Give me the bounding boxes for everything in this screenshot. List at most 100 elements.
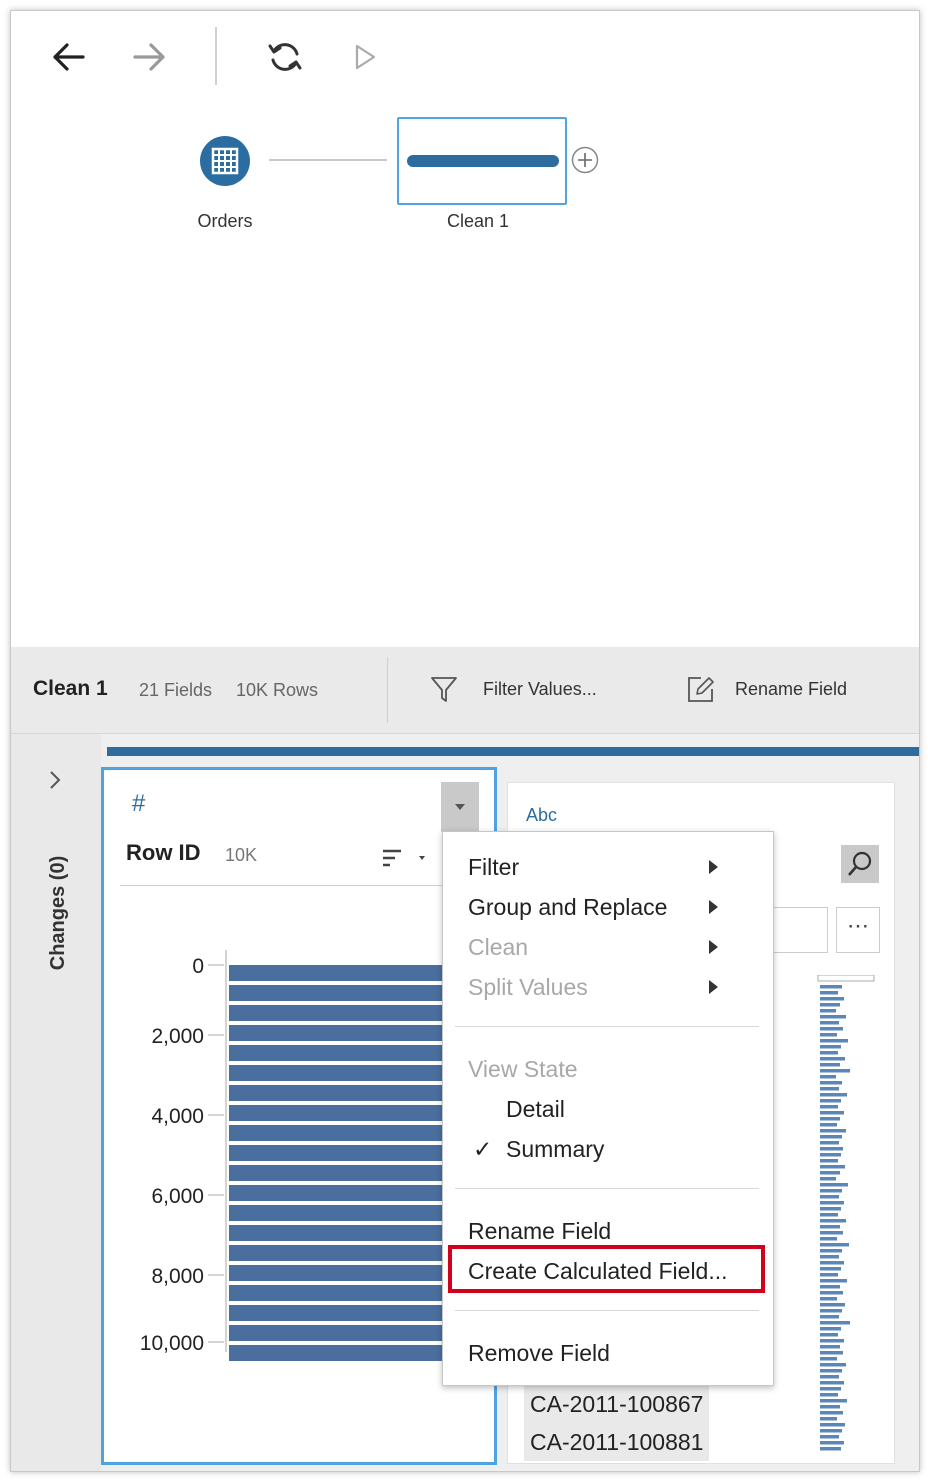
app-window: Orders Clean 1 Clean 1 21 Fields 10K Row…	[10, 10, 920, 1472]
mini-histogram	[817, 975, 875, 1451]
mini-bar	[820, 991, 838, 995]
menu-item-create-calculated-field[interactable]: Create Calculated Field...	[468, 1254, 728, 1288]
profile-toolbar: Clean 1 21 Fields 10K Rows Filter Values…	[11, 647, 919, 734]
mini-bar	[820, 1087, 839, 1091]
more-options-button[interactable]: ⋯	[836, 907, 880, 953]
field-menu-button[interactable]	[441, 782, 479, 832]
submenu-arrow-icon	[709, 860, 718, 874]
changes-panel[interactable]: Changes (0)	[11, 734, 101, 1471]
step-accent-bar	[107, 747, 919, 756]
filter-values-button[interactable]: Filter Values...	[429, 671, 597, 707]
ellipsis-icon: ⋯	[847, 913, 869, 938]
histogram-bar[interactable]	[229, 1045, 444, 1061]
chevron-down-icon	[455, 804, 465, 810]
run-flow-button[interactable]	[341, 33, 389, 81]
mini-bar	[820, 1309, 842, 1313]
add-step-button[interactable]	[571, 146, 599, 174]
rows-count: 10K Rows	[236, 680, 319, 700]
histogram-bar[interactable]	[229, 985, 444, 1001]
field-card-row-id[interactable]: # Row ID 10K 0 2,000 4,000 6,000 8,000 10,000	[101, 767, 497, 1465]
histogram-bar[interactable]	[229, 1125, 444, 1141]
mini-bar	[820, 1249, 842, 1253]
mini-bar	[820, 1081, 842, 1085]
toolbar-divider-2	[387, 657, 388, 723]
mini-bar	[820, 1327, 841, 1331]
histogram-bar[interactable]	[229, 1085, 444, 1101]
back-button[interactable]	[45, 33, 93, 81]
value-item-2[interactable]: CA-2011-100881	[524, 1423, 710, 1461]
mini-bar	[820, 1345, 840, 1349]
clean1-node[interactable]	[397, 117, 567, 205]
refresh-icon	[268, 43, 302, 71]
histogram-bar[interactable]	[229, 1185, 444, 1201]
field-context-menu: Filter Group and Replace Clean Split Val…	[442, 831, 774, 1386]
mini-bar	[820, 1129, 846, 1133]
search-field[interactable]	[768, 907, 828, 953]
histogram-bar[interactable]	[229, 1245, 444, 1261]
filter-icon	[431, 677, 457, 702]
mini-bar	[820, 1207, 841, 1211]
menu-item-clean[interactable]: Clean	[468, 930, 748, 964]
mini-bar	[820, 1177, 836, 1181]
string-type-icon: Abc	[526, 805, 558, 825]
mini-bar	[820, 1009, 836, 1013]
histogram-bar[interactable]	[229, 1285, 444, 1301]
mini-bar	[820, 1051, 838, 1055]
mini-bar	[820, 1297, 837, 1301]
menu-item-detail[interactable]: Detail	[506, 1092, 565, 1126]
histogram-bar[interactable]	[229, 1105, 444, 1121]
menu-item-rename-field[interactable]: Rename Field	[468, 1214, 611, 1248]
histogram-bar[interactable]	[229, 1205, 444, 1221]
mini-bar	[820, 1039, 848, 1043]
histogram-bar[interactable]	[229, 1345, 444, 1361]
histogram-bar[interactable]	[229, 1145, 444, 1161]
filter-values-label: Filter Values...	[483, 678, 597, 699]
search-button[interactable]	[841, 845, 879, 883]
mini-bar	[820, 1123, 837, 1127]
mini-bar	[820, 1429, 842, 1433]
mini-bar	[820, 1189, 842, 1193]
mini-bar	[820, 1351, 843, 1355]
mini-bar	[820, 1063, 840, 1067]
histogram-bar[interactable]	[229, 1165, 444, 1181]
field-count: 10K	[225, 845, 258, 865]
histogram-bar[interactable]	[229, 1065, 444, 1081]
histogram-bar[interactable]	[229, 1325, 444, 1341]
mini-bar	[820, 1255, 839, 1259]
mini-bar	[820, 1219, 846, 1223]
histogram-bar[interactable]	[229, 1225, 444, 1241]
mini-bar	[820, 1285, 840, 1289]
histogram-bar[interactable]	[229, 1305, 444, 1321]
histogram-bar[interactable]	[229, 965, 444, 981]
mini-bar	[820, 1021, 839, 1025]
field-name: Row ID	[126, 840, 201, 865]
value-item-1[interactable]: CA-2011-100867	[524, 1385, 710, 1423]
histogram-bar[interactable]	[229, 1025, 444, 1041]
orders-node[interactable]	[200, 136, 250, 186]
mini-bar	[820, 1333, 838, 1337]
toolbar-divider	[215, 27, 217, 85]
histogram-bar[interactable]	[229, 1005, 444, 1021]
histogram-bar[interactable]	[229, 1265, 444, 1281]
menu-item-filter-label: Filter	[468, 854, 520, 880]
sort-button[interactable]	[379, 846, 431, 870]
menu-item-split-values[interactable]: Split Values	[468, 970, 748, 1004]
menu-item-summary[interactable]: ✓ Summary	[473, 1132, 604, 1166]
menu-item-remove-field[interactable]: Remove Field	[468, 1336, 610, 1370]
mini-bar	[820, 1069, 850, 1073]
refresh-button[interactable]	[261, 33, 309, 81]
mini-bar	[820, 1411, 843, 1415]
mini-bar	[820, 1405, 840, 1409]
mini-bar	[820, 1279, 847, 1283]
mini-bar	[820, 1015, 846, 1019]
mini-bar	[820, 1213, 838, 1217]
mini-bar	[820, 1381, 844, 1385]
submenu-arrow-icon	[709, 900, 718, 914]
menu-item-filter[interactable]: Filter	[468, 850, 748, 884]
rename-field-button[interactable]: Rename Field	[685, 671, 847, 707]
menu-item-group-replace[interactable]: Group and Replace	[468, 890, 748, 924]
mini-bar	[820, 1417, 837, 1421]
mini-bar	[820, 1141, 839, 1145]
forward-button[interactable]	[125, 33, 173, 81]
mini-bar	[820, 1375, 839, 1379]
